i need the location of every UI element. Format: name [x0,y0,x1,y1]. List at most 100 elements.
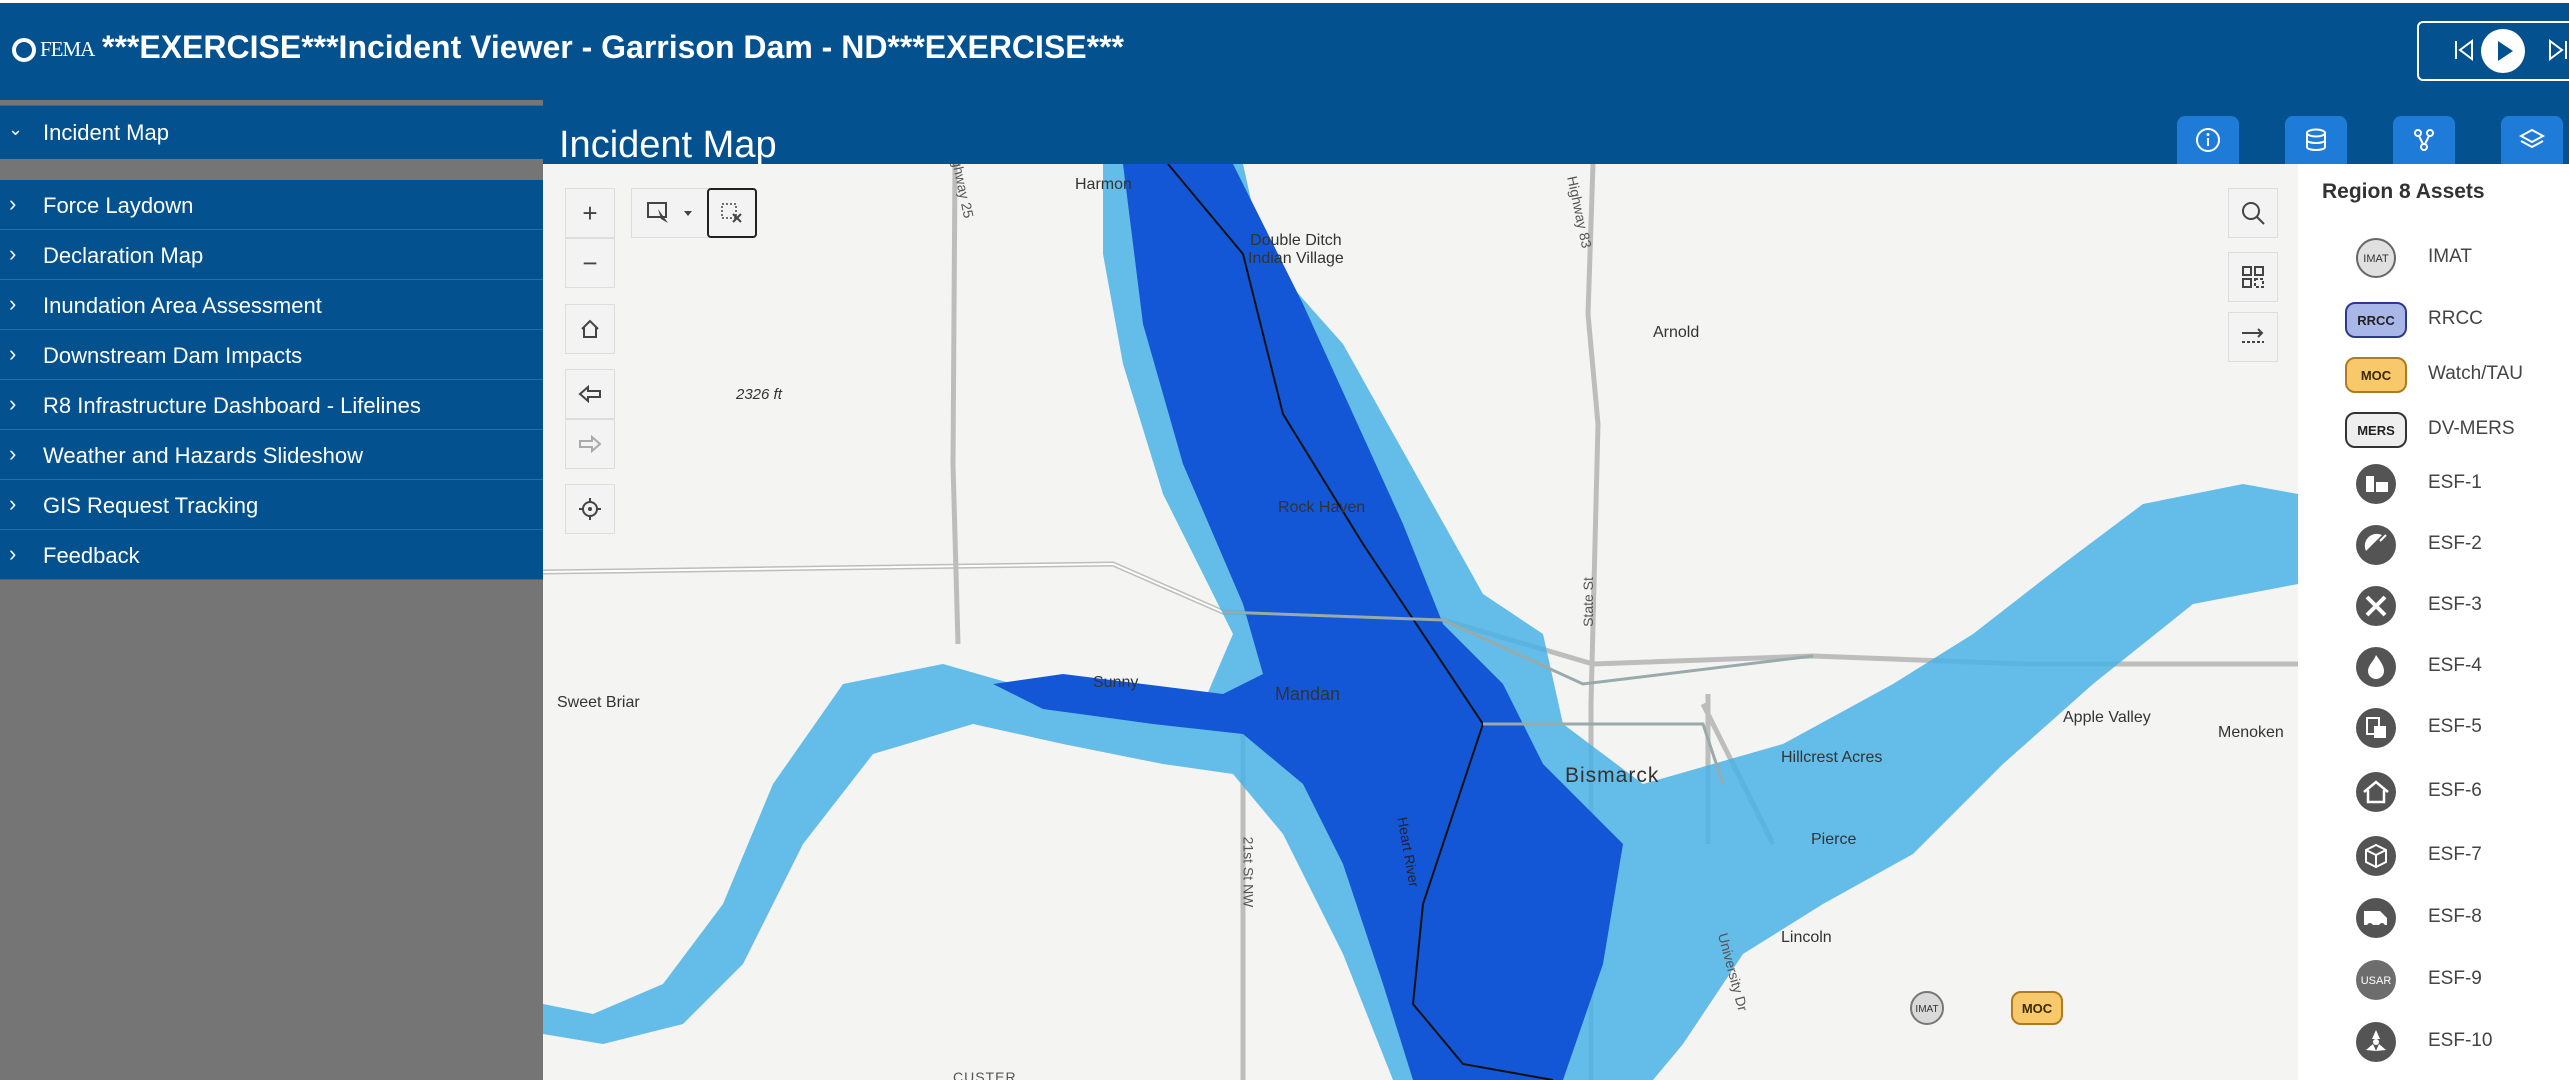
sidebar-item-force-laydown[interactable]: › Force Laydown [0,180,543,230]
sidebar-item-incident-map[interactable]: ⌄ Incident Map [0,105,543,159]
legend-item-watch-tau: MOC Watch/TAU [2298,349,2569,401]
legend-item-label: ESF-3 [2428,594,2482,615]
sidebar-item-label: GIS Request Tracking [43,493,259,518]
sidebar-item-declaration-map[interactable]: › Declaration Map [0,230,543,280]
chevron-right-icon: › [9,191,17,216]
app-title: ***EXERCISE***Incident Viewer - Garrison… [102,29,1124,65]
zoom-in-button[interactable]: + [565,188,615,238]
locate-button[interactable] [565,484,615,534]
skip-back-icon[interactable] [2453,38,2475,62]
sidebar-item-r8-infrastructure-dashboard[interactable]: › R8 Infrastructure Dashboard - Lifelines [0,380,543,430]
back-icon [578,385,601,403]
sidebar-item-label: Feedback [43,543,140,568]
data-button[interactable] [2285,116,2347,164]
dv-mers-icon: MERS [2345,412,2407,448]
sidebar-item-weather-hazards-slideshow[interactable]: › Weather and Hazards Slideshow [0,430,543,480]
legend-item-label: ESF-4 [2428,655,2482,676]
watch-tau-icon: MOC [2345,357,2407,393]
chevron-right-icon: › [9,241,17,266]
transportation-icon [2356,464,2396,504]
imat-marker[interactable]: IMAT [1909,990,1945,1026]
legend-item-rrcc: RRCC RRCC [2298,294,2569,346]
share-button[interactable] [2393,116,2455,164]
chevron-right-icon: › [9,441,17,466]
legend-item-label: ESF-9 [2428,968,2482,989]
flame-icon [2356,647,2396,687]
legend-item-label: ESF-5 [2428,716,2482,737]
clear-selection-button[interactable] [707,188,757,238]
sidebar-item-gis-request-tracking[interactable]: › GIS Request Tracking [0,480,543,530]
place-label: Sweet Briar [557,694,640,711]
sidebar-item-label: Incident Map [43,120,169,145]
legend-item-esf-2: ESF-2 [2298,519,2569,571]
legend-item-esf-3: ESF-3 [2298,580,2569,632]
chevron-down-icon: ⌄ [8,119,24,139]
legend-panel: Region 8 Assets IMAT IMAT RRCC RRCC MOC … [2298,164,2569,1080]
legend-item-esf-10: ESF-10 [2298,1016,2569,1068]
swap-button[interactable] [2228,312,2278,362]
sidebar-item-feedback[interactable]: › Feedback [0,530,543,580]
moc-marker-icon: MOC [2011,991,2063,1025]
play-icon [2498,41,2513,61]
slideshow-player [2417,21,2569,81]
chevron-right-icon: › [9,391,17,416]
place-label: Rock Haven [1278,499,1366,516]
usar-icon: USAR [2356,960,2396,1000]
hazmat-icon [2356,1022,2396,1062]
sidebar-item-downstream-dam-impacts[interactable]: › Downstream Dam Impacts [0,330,543,380]
previous-extent-button[interactable] [565,369,615,419]
legend-item-imat: IMAT IMAT [2298,232,2569,284]
qr-code-button[interactable] [2228,252,2278,302]
info-button[interactable] [2177,116,2239,164]
place-label: Hillcrest Acres [1781,749,1883,766]
place-label: Sunny [1093,674,1139,691]
home-button[interactable] [565,304,615,354]
legend-item-label: ESF-10 [2428,1030,2493,1051]
share-network-icon [2414,129,2434,151]
zoom-out-button[interactable]: − [565,238,615,288]
page-title: Incident Map [559,124,777,166]
marker-label: IMAT [1915,1004,1938,1015]
layers-button[interactable] [2501,116,2563,164]
satellite-dish-icon [2356,525,2396,565]
forward-icon [579,435,602,453]
legend-item-esf-9: USAR ESF-9 [2298,954,2569,1006]
moc-marker[interactable]: MOC [2010,988,2064,1028]
legend-item-esf-4: ESF-4 [2298,641,2569,693]
legend-item-label: IMAT [2428,246,2472,267]
select-tool-button[interactable] [631,188,711,238]
search-button[interactable] [2228,188,2278,238]
legend-item-esf-6: ESF-6 [2298,766,2569,818]
legend-item-esf-8: ESF-8 [2298,892,2569,944]
legend-item-label: ESF-7 [2428,844,2482,865]
imat-marker-icon: IMAT [1910,991,1944,1025]
sidebar-item-label: Force Laydown [43,193,194,218]
zoom-out-icon: − [582,247,598,278]
skip-forward-icon[interactable] [2547,38,2569,62]
rrcc-icon: RRCC [2345,302,2407,338]
swap-icon [2242,328,2264,343]
legend-badge-text: RRCC [2357,313,2395,328]
next-extent-button[interactable] [565,419,615,469]
place-label: Bismarck [1565,764,1660,787]
place-label: Lincoln [1781,929,1832,946]
legend-item-label: ESF-1 [2428,472,2482,493]
legend-item-dv-mers: MERS DV-MERS [2298,404,2569,456]
layers-icon [2519,128,2545,149]
legend-badge-text: MERS [2357,423,2395,438]
sidebar-item-label: Downstream Dam Impacts [43,343,303,368]
fema-logo: FEMA [12,37,95,62]
home-icon [581,319,599,338]
box-icon [2356,836,2396,876]
sidebar-item-inundation-area-assessment[interactable]: › Inundation Area Assessment [0,280,543,330]
chevron-right-icon: › [9,291,17,316]
place-label: Apple Valley [2063,709,2151,726]
play-button[interactable] [2481,29,2525,73]
legend-title: Region 8 Assets [2322,180,2485,203]
imat-icon: IMAT [2356,238,2396,278]
map-view[interactable]: Highway 25 Highway 83 State St 21st St N… [543,164,2298,1080]
sidebar: ⌄ Incident Map › Force Laydown › Declarati… [0,100,543,1080]
legend-badge-text: USAR [2361,975,2392,987]
sidebar-item-label: Declaration Map [43,243,204,268]
info-icon [2196,128,2220,152]
